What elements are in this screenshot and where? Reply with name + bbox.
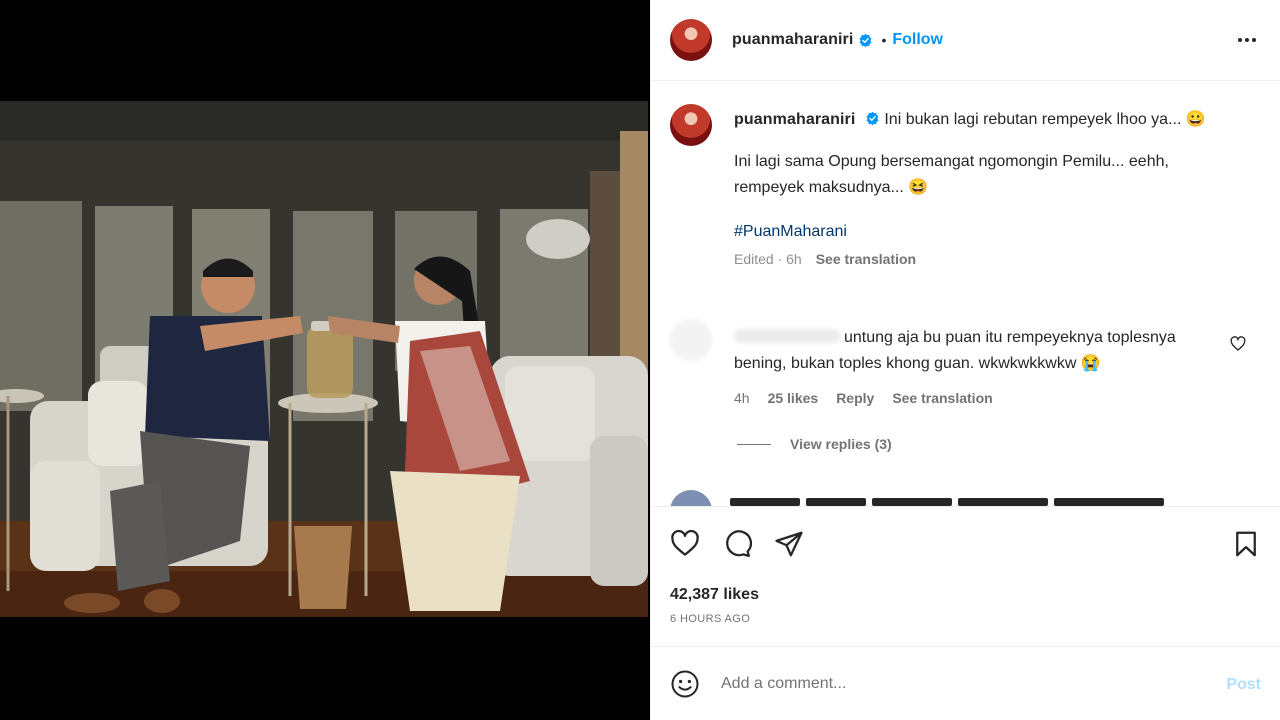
comments-list[interactable]: puanmaharaniri Ini bukan lagi rebutan re…: [651, 82, 1280, 506]
bookmark-icon[interactable]: [1231, 529, 1261, 559]
likes-count[interactable]: 42,387 likes: [670, 586, 759, 604]
comment-body: untung aja bu puan itu rempeyeknya tople…: [734, 325, 1224, 411]
caption-username[interactable]: puanmaharaniri: [734, 111, 855, 128]
separator-dot: •: [881, 32, 887, 48]
comment-line: untung aja bu puan itu rempeyeknya tople…: [734, 325, 1224, 351]
more-options-icon[interactable]: [1235, 28, 1259, 52]
next-commenter-avatar[interactable]: [670, 490, 712, 506]
author-username[interactable]: puanmaharaniri: [732, 31, 853, 49]
comment-composer: Post: [651, 646, 1280, 720]
next-comment-partial: [670, 490, 1270, 506]
comment-meta: 4h 25 likes Reply See translation: [734, 385, 1224, 411]
caption-paragraph: Ini lagi sama Opung bersemangat ngomongi…: [734, 149, 1254, 201]
action-icons: [670, 529, 804, 559]
see-translation-button[interactable]: See translation: [892, 385, 992, 411]
post-comment-button[interactable]: Post: [1226, 676, 1261, 694]
next-comment-text-cropped: [730, 490, 1210, 506]
comment-like-heart-icon[interactable]: [1230, 336, 1246, 352]
comment-icon[interactable]: [722, 529, 752, 559]
comment-time: 4h: [734, 390, 750, 406]
save-button[interactable]: [1231, 529, 1261, 564]
caption-avatar[interactable]: [670, 104, 712, 146]
caption-body: puanmaharaniri Ini bukan lagi rebutan re…: [734, 104, 1254, 267]
comment-text: untung aja bu puan itu rempeyeknya tople…: [844, 329, 1176, 346]
replies-line: [737, 443, 771, 445]
hashtag-link[interactable]: #PuanMaharani: [734, 223, 1254, 241]
post-details-panel: puanmaharaniri • Follow puanmaharaniri I…: [650, 0, 1280, 720]
comment-line: bening, bukan toples khong guan. wkwkwkk…: [734, 355, 1101, 372]
media-pane: [0, 0, 650, 720]
caption-first-line: puanmaharaniri Ini bukan lagi rebutan re…: [734, 107, 1254, 133]
verified-badge-icon: [859, 33, 872, 47]
caption-title: Ini bukan lagi rebutan rempeyek lhoo ya.…: [884, 111, 1206, 128]
heart-icon[interactable]: [670, 529, 700, 559]
see-translation-button[interactable]: See translation: [816, 251, 916, 267]
follow-button[interactable]: Follow: [892, 31, 943, 49]
emoji-icon[interactable]: [670, 669, 700, 699]
post-timestamp[interactable]: 6 HOURS AGO: [670, 613, 750, 625]
commenter-username-redacted[interactable]: [734, 329, 840, 343]
caption-line: rempeyek maksudnya... 😆: [734, 179, 929, 196]
comment-likes[interactable]: 25 likes: [768, 385, 819, 411]
author-avatar[interactable]: [670, 19, 712, 61]
view-replies-button[interactable]: View replies (3): [737, 436, 892, 452]
share-icon[interactable]: [774, 529, 804, 559]
instagram-post-view: puanmaharaniri • Follow puanmaharaniri I…: [0, 0, 1280, 720]
post-header: puanmaharaniri • Follow: [651, 0, 1280, 81]
reply-button[interactable]: Reply: [836, 385, 874, 411]
caption-line: Ini lagi sama Opung bersemangat ngomongi…: [734, 153, 1169, 170]
commenter-avatar[interactable]: [670, 319, 712, 361]
caption-meta: Edited · 6h See translation: [734, 251, 1254, 267]
post-photo[interactable]: [0, 101, 648, 617]
verified-badge-icon: [866, 111, 879, 126]
comment-input[interactable]: [721, 674, 1201, 693]
edited-time: Edited · 6h: [734, 251, 802, 267]
post-actions: 42,387 likes 6 HOURS AGO: [651, 506, 1280, 646]
view-replies-label: View replies (3): [790, 436, 892, 452]
